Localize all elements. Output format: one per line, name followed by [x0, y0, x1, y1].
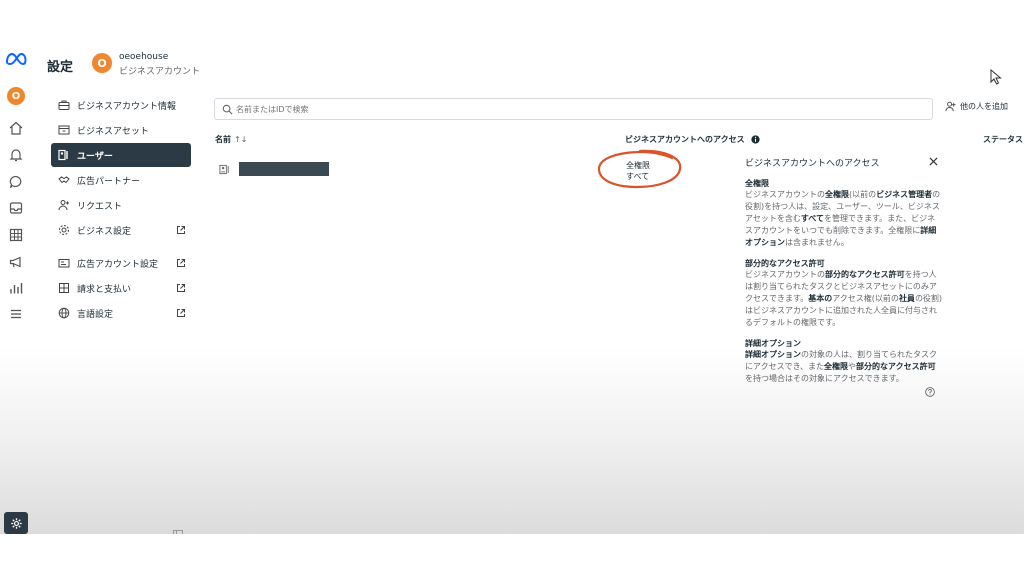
- home-icon[interactable]: [8, 120, 24, 136]
- section-heading-partial-access: 部分的なアクセス許可: [745, 259, 825, 268]
- sidebar-item-label: 広告パートナー: [77, 176, 141, 187]
- bell-icon[interactable]: [8, 147, 24, 163]
- search-input[interactable]: [236, 101, 916, 117]
- settings-screen: O 設定 O oeoehouse ビジネスアカウント ビジネスアカウント情報 ビ…: [0, 42, 1024, 534]
- sidebar-item-ad-partners[interactable]: 広告パートナー: [51, 168, 191, 192]
- users-icon: [58, 149, 70, 161]
- sidebar-item-label: リクエスト: [77, 201, 123, 212]
- handshake-icon: [58, 174, 70, 186]
- inbox-icon[interactable]: [8, 200, 24, 216]
- mouse-cursor-icon: [990, 69, 1002, 85]
- sidebar-item-business-settings[interactable]: ビジネス設定: [51, 218, 191, 242]
- search-bar: [214, 98, 933, 120]
- account-name[interactable]: oeoehouse: [119, 52, 168, 62]
- collapse-sidebar-icon[interactable]: [173, 530, 183, 534]
- info-icon[interactable]: [750, 135, 760, 144]
- sidebar-item-business-info[interactable]: ビジネスアカウント情報: [51, 93, 191, 117]
- access-info-panel: ビジネスアカウントへのアクセス 全権限 ビジネスアカウントの全権限(以前のビジネ…: [745, 156, 943, 385]
- section-body-full-access: ビジネスアカウントの全権限(以前のビジネス管理者の役割)を持つ人は、設定、ユーザ…: [745, 190, 941, 247]
- annotation-circle: [597, 149, 682, 189]
- help-icon[interactable]: [925, 387, 935, 397]
- person-request-icon: [58, 199, 70, 211]
- column-header-label: 名前: [215, 135, 231, 144]
- sidebar-item-label: ビジネスアカウント情報: [77, 101, 177, 112]
- external-link-icon: [176, 308, 186, 318]
- external-link-icon: [176, 283, 186, 293]
- section-body-advanced-options: 詳細オプションの対象の人は、割り当てられたタスクにアクセスでき、また全権限や部分…: [745, 350, 937, 383]
- bar-chart-icon[interactable]: [8, 280, 24, 296]
- add-person-button[interactable]: 他の人を追加: [945, 101, 1008, 112]
- asset-box-icon: [58, 124, 70, 136]
- section-heading-advanced-options: 詳細オプション: [745, 339, 801, 348]
- megaphone-icon[interactable]: [8, 254, 24, 270]
- sidebar-item-ad-account-settings[interactable]: 広告アカウント設定: [51, 251, 191, 275]
- gear-icon[interactable]: [4, 512, 28, 534]
- page-title: 設定: [47, 60, 74, 75]
- meta-logo-icon[interactable]: [5, 52, 27, 66]
- user-card-icon: [219, 164, 229, 175]
- sidebar-item-label: 言語設定: [77, 309, 114, 320]
- external-link-icon: [176, 225, 186, 235]
- sidebar-item-label: ビジネス設定: [77, 226, 132, 237]
- column-header-status: ステータス: [983, 135, 1023, 144]
- sidebar-item-label: ユーザー: [77, 151, 113, 162]
- icon-rail: O: [0, 42, 32, 534]
- add-person-label: 他の人を追加: [960, 102, 1008, 111]
- add-person-icon: [945, 101, 956, 112]
- sidebar-item-language[interactable]: 言語設定: [51, 301, 191, 325]
- sidebar-item-requests[interactable]: リクエスト: [51, 193, 191, 217]
- section-body-partial-access: ビジネスアカウントの部分的なアクセス許可を持つ人は割り当てられたタスクとビジネス…: [745, 270, 943, 327]
- sidebar-item-users[interactable]: ユーザー: [51, 143, 191, 167]
- panel-title: ビジネスアカウントへのアクセス: [745, 159, 880, 169]
- sidebar-item-business-assets[interactable]: ビジネスアセット: [51, 118, 191, 142]
- settings-sidebar: ビジネスアカウント情報 ビジネスアセット ユーザー 広告パートナー リクエスト …: [51, 93, 191, 326]
- column-header-access: ビジネスアカウントへのアクセス: [625, 134, 760, 145]
- close-icon[interactable]: [929, 157, 938, 166]
- ad-account-icon: [58, 257, 70, 269]
- section-heading-full-access: 全権限: [745, 179, 769, 188]
- sidebar-item-billing[interactable]: 請求と支払い: [51, 276, 191, 300]
- sidebar-item-label: 請求と支払い: [77, 284, 132, 295]
- globe-icon: [58, 307, 70, 319]
- account-avatar[interactable]: O: [92, 53, 112, 73]
- chat-bubble-icon[interactable]: [8, 174, 24, 190]
- menu-icon[interactable]: [8, 306, 24, 322]
- external-link-icon: [176, 258, 186, 268]
- sidebar-item-label: ビジネスアセット: [77, 126, 149, 137]
- column-header-label: ビジネスアカウントへのアクセス: [625, 135, 745, 144]
- sidebar-item-label: 広告アカウント設定: [77, 259, 159, 270]
- rail-account-avatar[interactable]: O: [7, 87, 25, 105]
- redacted-user-name: [239, 162, 329, 176]
- column-header-name[interactable]: 名前 ↑↓: [215, 134, 247, 145]
- settings-gear-icon: [58, 224, 70, 236]
- search-icon: [222, 104, 233, 115]
- sort-icon[interactable]: ↑↓: [234, 135, 247, 144]
- table-icon[interactable]: [8, 227, 24, 243]
- account-type: ビジネスアカウント: [119, 67, 201, 77]
- billing-icon: [58, 282, 70, 294]
- briefcase-icon: [58, 99, 70, 111]
